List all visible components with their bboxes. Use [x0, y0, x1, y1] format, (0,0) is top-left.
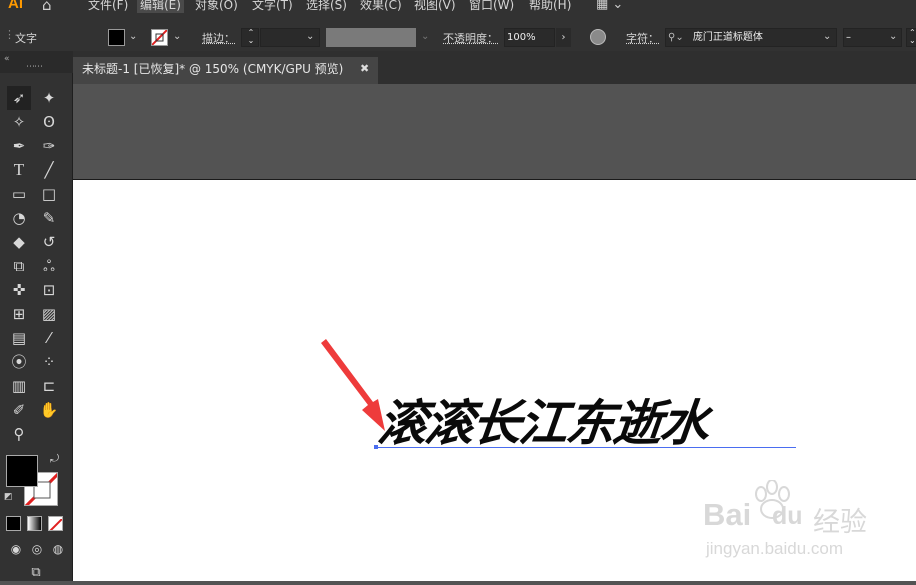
text-anchor-point[interactable]: [374, 445, 378, 449]
watermark-brand-tail: du: [772, 502, 803, 530]
fill-color-swatch[interactable]: [6, 455, 38, 487]
watermark-site-label: 经验: [813, 507, 867, 538]
canvas-text[interactable]: 滚滚长江东逝水: [375, 395, 710, 452]
watermark-brand: Bai: [703, 497, 752, 532]
watermark-url: jingyan.baidu.com: [706, 539, 844, 558]
text-baseline: [376, 447, 796, 448]
